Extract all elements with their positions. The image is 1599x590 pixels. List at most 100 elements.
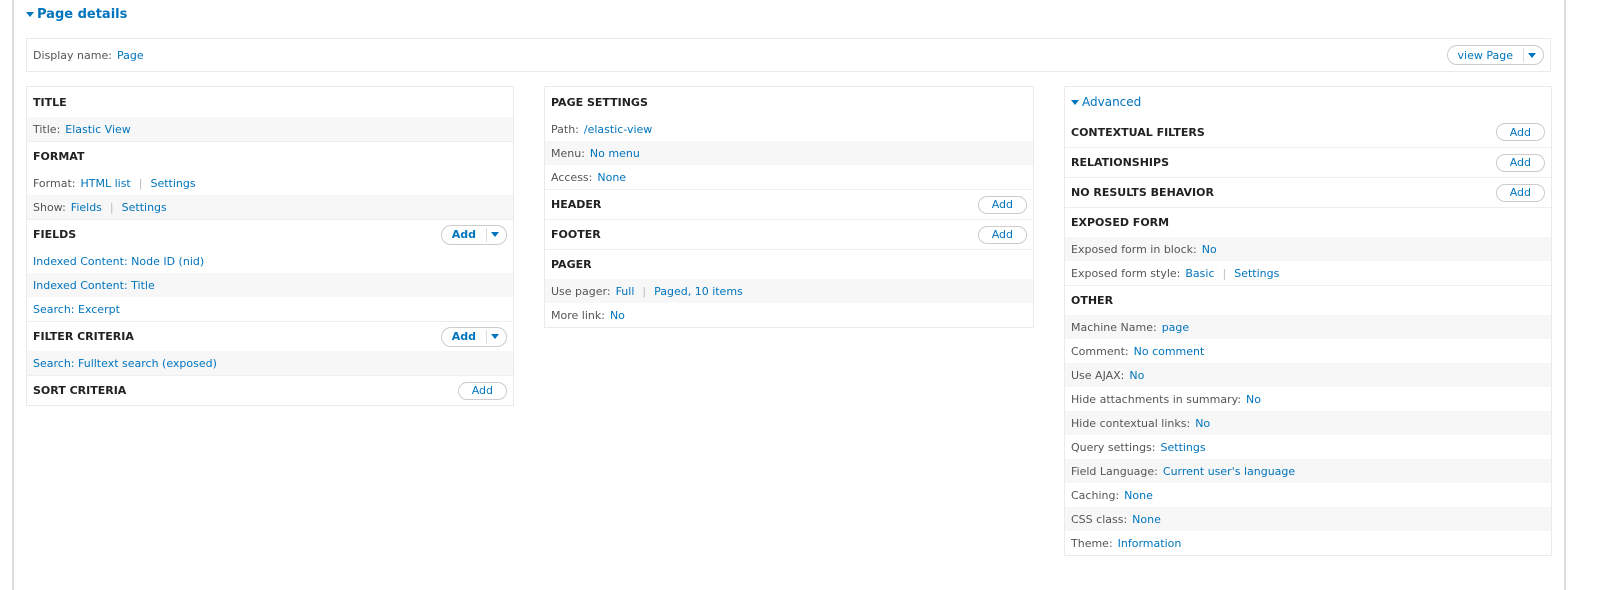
menu-row: Menu: No menu [545, 141, 1033, 165]
other-row: Machine Name: page [1065, 315, 1551, 339]
section-heading: OTHER [1071, 294, 1114, 307]
section-other: OTHER [1065, 285, 1551, 315]
format-settings-link[interactable]: Settings [150, 177, 195, 190]
section-fields: FIELDS Add [27, 219, 513, 249]
exposed-style-settings-link[interactable]: Settings [1234, 267, 1279, 280]
other-link[interactable]: page [1162, 321, 1189, 334]
sort-add-button[interactable]: Add [457, 381, 507, 400]
other-link[interactable]: None [1124, 489, 1153, 502]
display-name-link[interactable]: Page [117, 49, 144, 62]
row-label: Theme: [1071, 536, 1113, 550]
advanced-label: Advanced [1082, 95, 1142, 109]
row-label: Field Language: [1071, 464, 1158, 478]
row-label: Hide contextual links: [1071, 416, 1191, 430]
section-heading: FILTER CRITERIA [33, 330, 134, 343]
other-link[interactable]: No [1129, 369, 1144, 382]
separator: | [642, 284, 647, 298]
access-link[interactable]: None [597, 171, 626, 184]
section-contextual-filters: CONTEXTUAL FILTERS Add [1065, 117, 1551, 147]
row-label: More link: [551, 308, 605, 322]
section-heading: PAGE SETTINGS [551, 95, 648, 109]
section-exposed-form: EXPOSED FORM [1065, 207, 1551, 237]
filter-add-dropbutton[interactable]: Add [440, 326, 507, 347]
show-link[interactable]: Fields [71, 201, 102, 214]
row-label: Query settings: [1071, 440, 1156, 454]
footer-add-button[interactable]: Add [977, 225, 1027, 244]
pager-settings-link[interactable]: Paged, 10 items [654, 285, 743, 298]
other-link[interactable]: None [1132, 513, 1161, 526]
exposed-block-link[interactable]: No [1202, 243, 1217, 256]
section-heading: HEADER [551, 198, 602, 211]
section-heading: FOOTER [551, 228, 601, 241]
row-label: Use pager: [551, 284, 611, 298]
row-label: Access: [551, 170, 593, 184]
row-label: Machine Name: [1071, 320, 1157, 334]
row-label: CSS class: [1071, 512, 1128, 526]
field-link[interactable]: Indexed Content: Title [33, 279, 155, 292]
show-row: Show: Fields | Settings [27, 195, 513, 219]
other-link[interactable]: No [1195, 417, 1210, 430]
other-link[interactable]: Settings [1161, 441, 1206, 454]
section-page-settings: PAGE SETTINGS [545, 87, 1033, 117]
view-page-dropbutton[interactable]: view Page [1446, 45, 1544, 65]
other-link[interactable]: Current user's language [1163, 465, 1295, 478]
chevron-down-icon [491, 232, 499, 237]
section-heading: FIELDS [33, 228, 77, 241]
section-header: HEADER Add [545, 189, 1033, 219]
other-row: Theme: Information [1065, 531, 1551, 555]
page-details-toggle[interactable]: Page details [26, 7, 127, 22]
no-results-add-button[interactable]: Add [1495, 183, 1545, 202]
row-label: Exposed form style: [1071, 266, 1181, 280]
section-footer: FOOTER Add [545, 219, 1033, 249]
add-button[interactable]: Add [442, 228, 486, 241]
section-title: TITLE [27, 87, 513, 117]
chevron-down-icon [491, 334, 499, 339]
row-label: Hide attachments in summary: [1071, 392, 1242, 406]
other-link[interactable]: No comment [1134, 345, 1205, 358]
dropdown-toggle[interactable] [1523, 48, 1543, 62]
field-link[interactable]: Indexed Content: Node ID (nid) [33, 255, 204, 268]
page-details-label: Page details [37, 7, 128, 22]
triangle-down-icon [1071, 99, 1079, 105]
section-heading: SORT CRITERIA [33, 384, 127, 397]
show-settings-link[interactable]: Settings [122, 201, 167, 214]
exposed-style-link[interactable]: Basic [1185, 267, 1214, 280]
row-label: Title: [33, 122, 61, 136]
title-row: Title: Elastic View [27, 117, 513, 141]
menu-link[interactable]: No menu [590, 147, 640, 160]
separator: | [138, 176, 143, 190]
row-label: Exposed form in block: [1071, 242, 1197, 256]
right-column: Advanced CONTEXTUAL FILTERS Add RELATIONS… [1064, 86, 1552, 556]
section-heading: CONTEXTUAL FILTERS [1071, 125, 1205, 139]
relationships-add-button[interactable]: Add [1495, 153, 1545, 172]
section-heading: EXPOSED FORM [1071, 216, 1170, 229]
other-row: Hide attachments in summary: No [1065, 387, 1551, 411]
dropdown-toggle[interactable] [486, 329, 506, 344]
section-heading: RELATIONSHIPS [1071, 156, 1170, 169]
field-link[interactable]: Search: Excerpt [33, 303, 120, 316]
path-link[interactable]: /elastic-view [584, 123, 652, 136]
filter-link[interactable]: Search: Fulltext search (exposed) [33, 357, 217, 370]
advanced-toggle[interactable]: Advanced [1065, 87, 1551, 117]
display-name-bar: Display name: Page view Page [26, 38, 1551, 72]
section-heading: NO RESULTS BEHAVIOR [1071, 186, 1214, 199]
row-label: Use AJAX: [1071, 368, 1125, 382]
header-add-button[interactable]: Add [977, 195, 1027, 214]
other-link[interactable]: No [1246, 393, 1261, 406]
fields-add-dropbutton[interactable]: Add [440, 224, 507, 245]
contextual-add-button[interactable]: Add [1495, 123, 1545, 141]
section-relationships: RELATIONSHIPS Add [1065, 147, 1551, 177]
pager-link[interactable]: Full [616, 285, 635, 298]
title-link[interactable]: Elastic View [65, 123, 131, 136]
access-row: Access: None [545, 165, 1033, 189]
right-border [1564, 0, 1566, 590]
more-link[interactable]: No [610, 309, 625, 322]
format-link[interactable]: HTML list [80, 177, 130, 190]
section-pager: PAGER [545, 249, 1033, 279]
other-link[interactable]: Information [1118, 537, 1182, 550]
dropdown-toggle[interactable] [486, 227, 506, 242]
section-heading: TITLE [33, 95, 67, 109]
add-button[interactable]: Add [442, 330, 486, 343]
view-page-button[interactable]: view Page [1448, 49, 1523, 62]
path-row: Path: /elastic-view [545, 117, 1033, 141]
